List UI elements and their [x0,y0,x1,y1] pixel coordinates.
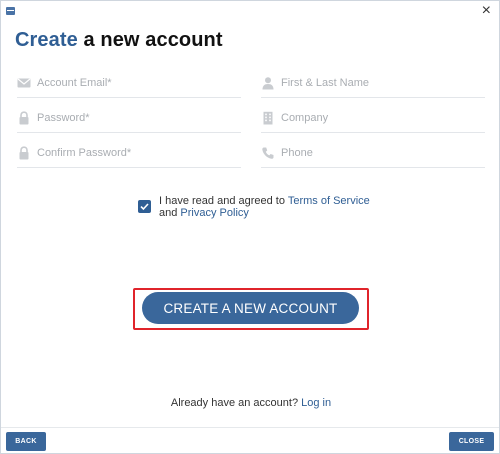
confirm-password-input[interactable] [37,143,237,163]
full-name-field [261,73,485,98]
account-email-input[interactable] [37,73,237,93]
log-in-link[interactable]: Log in [301,397,331,409]
page-title-accent: Create [15,29,78,51]
phone-input[interactable] [281,143,481,163]
create-account-window: × Create a new account Account Email* Fi… [0,0,500,454]
password-input[interactable] [37,108,237,128]
create-account-button[interactable]: CREATE A NEW ACCOUNT [142,292,359,324]
agreement-prefix: I have read and agreed to [159,195,288,207]
window-close-icon[interactable]: × [482,3,491,19]
app-icon [6,7,15,15]
phone-icon [262,147,274,159]
user-icon [262,77,274,90]
back-button[interactable]: BACK [6,432,46,451]
agreement-mid: and [159,207,181,219]
page-title-rest: a new account [77,29,223,51]
company-input[interactable] [281,108,481,128]
phone-field [261,143,485,168]
title-bar: × [1,1,499,23]
company-field [261,108,485,133]
privacy-policy-link[interactable]: Privacy Policy [180,207,248,219]
terms-agreement-text: I have read and agreed to Terms of Servi… [159,195,379,219]
building-icon [263,111,273,125]
full-name-input[interactable] [281,73,481,93]
page-title: Create a new account [15,29,223,52]
lock-icon [19,146,29,160]
terms-of-service-link[interactable]: Terms of Service [288,195,370,207]
footer-divider [1,427,499,428]
lock-icon [19,111,29,125]
envelope-icon [17,78,31,88]
password-field [17,108,241,133]
checkmark-icon [140,203,149,211]
login-prompt-text: Already have an account? [170,397,302,409]
account-email-field [17,73,241,98]
close-button[interactable]: CLOSE [449,432,494,451]
login-prompt: Already have an account? Log in [1,397,500,409]
terms-checkbox[interactable] [138,200,151,213]
confirm-password-field [17,143,241,168]
